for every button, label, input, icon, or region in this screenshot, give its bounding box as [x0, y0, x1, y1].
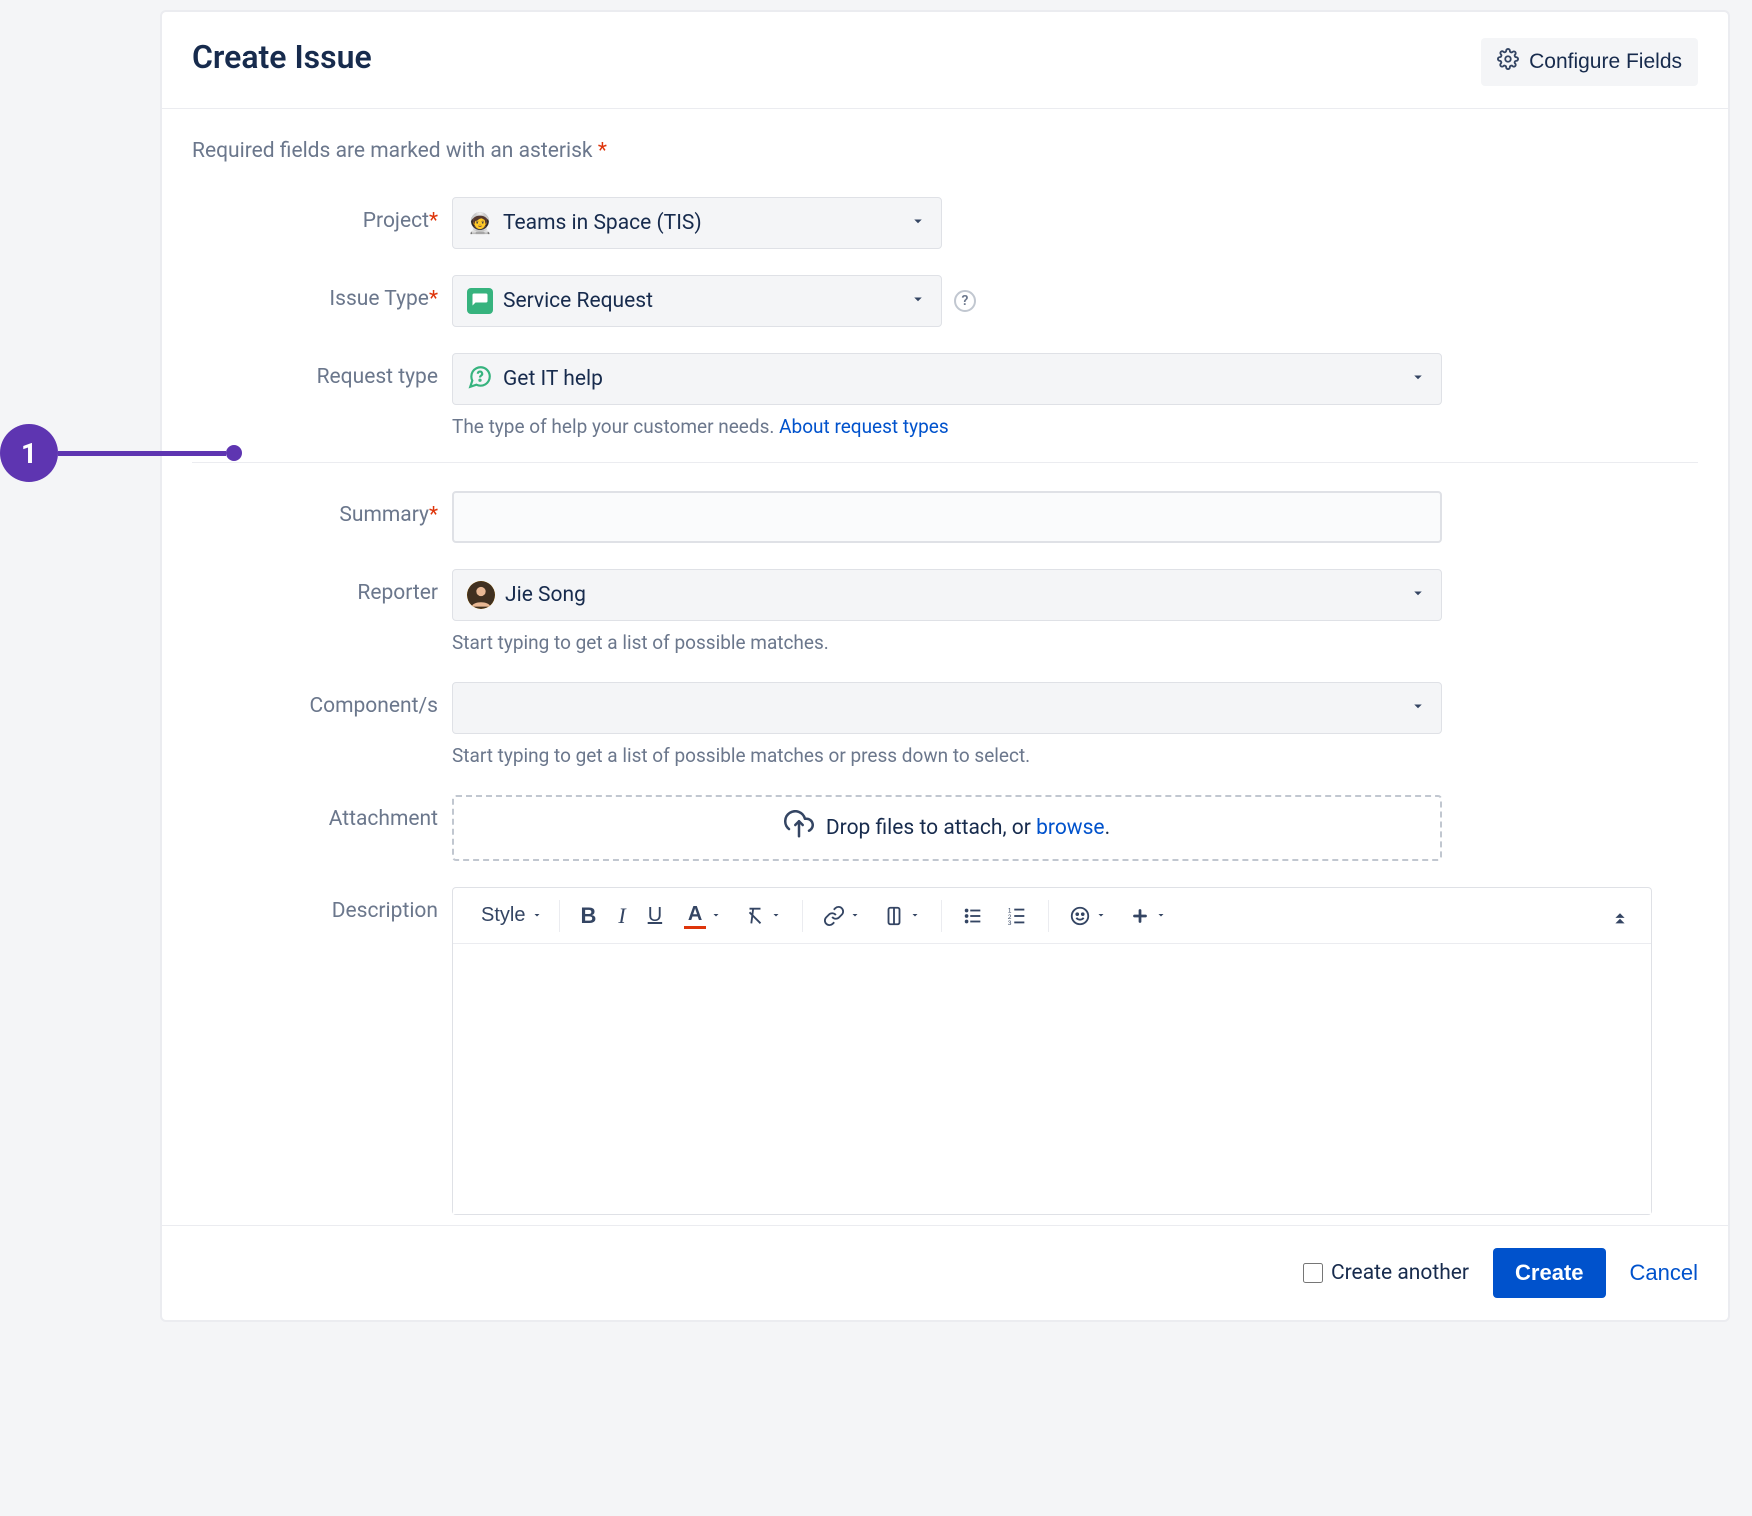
bullet-list-button[interactable] — [954, 899, 992, 933]
callout-annotation: 1 — [0, 424, 242, 482]
reporter-value: Jie Song — [505, 583, 586, 607]
reporter-select[interactable]: Jie Song — [452, 569, 1442, 621]
field-row-summary: Summary* — [192, 491, 1698, 543]
field-row-attachment: Attachment Drop files to attach, or brow… — [192, 795, 1698, 861]
issue-type-icon — [467, 288, 493, 314]
request-type-icon — [467, 364, 493, 394]
dialog-footer: Create another Create Cancel — [162, 1225, 1728, 1320]
chevron-down-icon — [1409, 697, 1427, 719]
create-button[interactable]: Create — [1493, 1248, 1605, 1298]
link-button[interactable] — [815, 898, 869, 933]
configure-fields-button[interactable]: Configure Fields — [1481, 38, 1698, 86]
configure-fields-label: Configure Fields — [1529, 50, 1682, 74]
field-label-components: Component/s — [192, 682, 452, 718]
field-label-request-type: Request type — [192, 353, 452, 389]
project-value: Teams in Space (TIS) — [503, 211, 702, 235]
help-icon[interactable]: ? — [954, 290, 976, 312]
text-color-button[interactable]: A — [676, 897, 730, 935]
create-another-checkbox[interactable]: Create another — [1303, 1261, 1469, 1285]
request-type-help: The type of help your customer needs. Ab… — [452, 415, 1698, 438]
upload-icon — [784, 810, 814, 846]
issue-type-value: Service Request — [503, 289, 653, 313]
components-select[interactable] — [452, 682, 1442, 734]
field-row-reporter: Reporter Jie Song Start typing to get a … — [192, 569, 1698, 654]
create-another-label: Create another — [1331, 1261, 1469, 1285]
chevron-down-icon — [1409, 368, 1427, 390]
field-row-issue-type: Issue Type* Service Request ? — [192, 275, 1698, 327]
chevron-down-icon — [1409, 584, 1427, 606]
callout-dot — [226, 445, 242, 461]
field-label-summary: Summary* — [192, 491, 452, 527]
dialog-header: Create Issue Configure Fields — [162, 12, 1728, 109]
field-row-components: Component/s Start typing to get a list o… — [192, 682, 1698, 767]
create-another-input[interactable] — [1303, 1263, 1323, 1283]
components-help: Start typing to get a list of possible m… — [452, 744, 1698, 767]
italic-button[interactable]: I — [610, 897, 633, 935]
description-editor: Style B I U A — [452, 887, 1652, 1215]
section-divider — [192, 462, 1698, 463]
more-button[interactable] — [1121, 898, 1175, 933]
chevron-down-icon — [909, 904, 921, 927]
callout-badge: 1 — [0, 424, 58, 482]
issue-type-select[interactable]: Service Request — [452, 275, 942, 327]
chevron-down-icon — [849, 904, 861, 927]
chevron-down-icon — [531, 904, 543, 927]
bold-button[interactable]: B — [572, 897, 604, 935]
reporter-help: Start typing to get a list of possible m… — [452, 631, 1698, 654]
field-row-description: Description Style — [192, 887, 1698, 1215]
chevron-down-icon — [770, 904, 782, 927]
summary-input[interactable] — [452, 491, 1442, 543]
project-select[interactable]: 🧑‍🚀 Teams in Space (TIS) — [452, 197, 942, 249]
description-textarea[interactable] — [453, 944, 1651, 1214]
attachment-button[interactable] — [875, 898, 929, 933]
clear-formatting-button[interactable] — [736, 898, 790, 933]
field-label-reporter: Reporter — [192, 569, 452, 605]
gear-icon — [1497, 48, 1519, 76]
underline-button[interactable]: U — [640, 898, 670, 933]
attachment-dropzone[interactable]: Drop files to attach, or browse. — [452, 795, 1442, 861]
chevron-down-icon — [1095, 904, 1107, 927]
field-label-project: Project* — [192, 197, 452, 233]
create-issue-dialog: Create Issue Configure Fields Required f… — [160, 10, 1730, 1322]
chevron-down-icon — [1155, 904, 1167, 927]
field-label-description: Description — [192, 887, 452, 923]
about-request-types-link[interactable]: About request types — [779, 415, 948, 438]
required-note: Required fields are marked with an aster… — [192, 139, 1698, 163]
chevron-down-icon — [710, 904, 722, 927]
svg-text:3: 3 — [1008, 920, 1012, 927]
numbered-list-button[interactable]: 123 — [998, 899, 1036, 933]
callout-line — [58, 451, 226, 456]
chevron-down-icon — [909, 290, 927, 312]
cancel-button[interactable]: Cancel — [1630, 1260, 1698, 1286]
field-label-attachment: Attachment — [192, 795, 452, 831]
dialog-body: Required fields are marked with an aster… — [162, 109, 1728, 1225]
asterisk-icon: * — [598, 139, 607, 163]
request-type-select[interactable]: Get IT help — [452, 353, 1442, 405]
avatar — [467, 581, 495, 609]
emoji-button[interactable] — [1061, 898, 1115, 933]
browse-link[interactable]: browse — [1036, 816, 1104, 840]
dialog-title: Create Issue — [192, 38, 372, 76]
request-type-value: Get IT help — [503, 367, 603, 391]
collapse-toolbar-button[interactable] — [1601, 899, 1639, 933]
project-icon: 🧑‍🚀 — [467, 210, 493, 236]
style-dropdown[interactable]: Style — [477, 904, 547, 927]
dropzone-text: Drop files to attach, or — [826, 816, 1031, 840]
field-label-issue-type: Issue Type* — [192, 275, 452, 311]
field-row-request-type: Request type Get IT help The type of hel… — [192, 353, 1698, 438]
field-row-project: Project* 🧑‍🚀 Teams in Space (TIS) — [192, 197, 1698, 249]
editor-toolbar: Style B I U A — [453, 888, 1651, 944]
chevron-down-icon — [909, 212, 927, 234]
